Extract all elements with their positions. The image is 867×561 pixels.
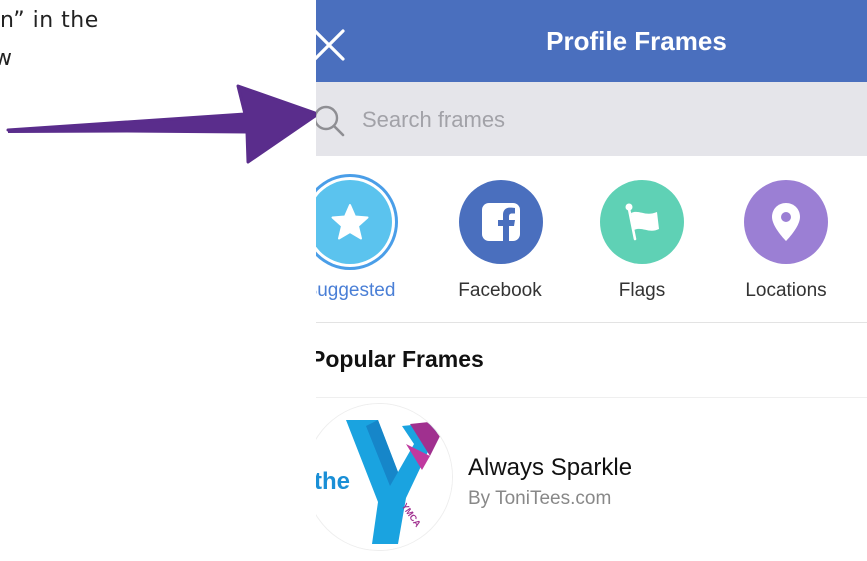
category-flags[interactable]: Flags [582, 180, 702, 310]
category-row: Suggested Facebook Flags [316, 156, 867, 322]
section-title: Popular Frames [316, 346, 484, 372]
search-bar [316, 82, 867, 156]
divider [316, 322, 867, 323]
search-icon [316, 105, 345, 137]
star-icon [331, 204, 369, 240]
category-suggested[interactable]: Suggested [316, 180, 410, 310]
flag-icon [625, 203, 659, 241]
category-circle [744, 180, 828, 264]
page-title: Profile Frames [546, 26, 727, 56]
frame-name: Always Sparkle [468, 454, 633, 481]
annotation-arrow [6, 84, 320, 164]
category-locations[interactable]: Locations [726, 180, 846, 310]
profile-frames-screen: Profile Frames Suggested [316, 0, 867, 561]
category-label: Facebook [458, 280, 542, 301]
category-label: Locations [745, 280, 827, 301]
category-label: Flags [618, 280, 666, 301]
caption-line-2: w [0, 46, 13, 71]
category-circle [459, 180, 543, 264]
frame-item[interactable]: the YMCA Always Sparkle By ToniTees.com [316, 404, 867, 561]
divider [316, 397, 867, 398]
category-circle [316, 180, 392, 264]
nav-bar: Profile Frames [316, 0, 867, 82]
category-circle [600, 180, 684, 264]
frame-author: By ToniTees.com [468, 488, 612, 509]
facebook-icon [482, 203, 520, 241]
location-pin-icon [772, 203, 800, 241]
thumb-text: the [316, 468, 350, 495]
frame-thumbnail: the YMCA [316, 404, 452, 550]
category-label: Suggested [316, 280, 396, 301]
search-input[interactable] [362, 102, 842, 138]
category-facebook[interactable]: Facebook [440, 180, 560, 310]
caption-line-1: n” in the [0, 8, 99, 33]
